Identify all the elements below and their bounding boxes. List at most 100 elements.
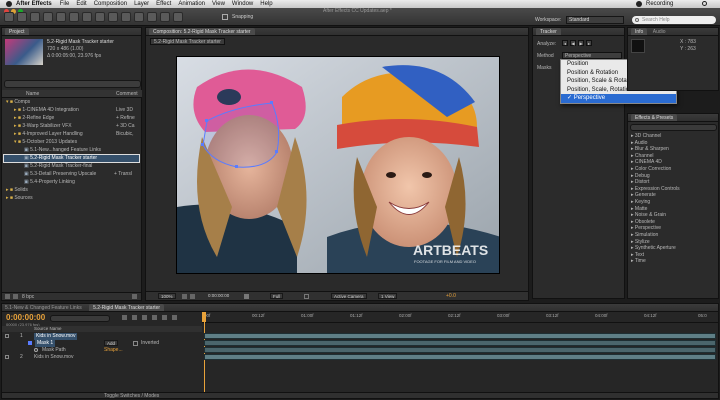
interpret-footage-icon[interactable] — [5, 294, 10, 299]
layer-2-name[interactable]: Kids in Snow.mov — [34, 354, 73, 361]
folder-layer-handling[interactable]: ▸ ■ 4-Improved Layer Handling Bicubic, — [4, 131, 139, 138]
menu-app-name[interactable]: After Effects — [16, 1, 52, 7]
effect-category-noise-grain[interactable]: ▸ Noise & Grain — [629, 212, 717, 219]
menu-edit[interactable]: Edit — [76, 1, 86, 7]
spotlight-icon[interactable] — [702, 1, 707, 6]
folder-sources[interactable]: ▸ ■ Sources — [4, 195, 139, 202]
shy-layers-icon[interactable] — [142, 315, 147, 320]
effect-category-color-correction[interactable]: ▸ Color Correction — [629, 166, 717, 173]
folder-refine-edge[interactable]: ▸ ■ 2-Refine Edge + Refine — [4, 115, 139, 122]
menu-layer[interactable]: Layer — [134, 1, 149, 7]
col-comment[interactable]: Comment — [116, 90, 138, 98]
effect-category-3d-channel[interactable]: ▸ 3D Channel — [629, 133, 717, 140]
menu-view[interactable]: View — [212, 1, 225, 7]
effect-category-synthetic-aperture[interactable]: ▸ Synthetic Aperture — [629, 245, 717, 252]
effect-category-simulation[interactable]: ▸ Simulation — [629, 232, 717, 239]
effects-search-input[interactable] — [630, 124, 717, 131]
workspace-select[interactable]: Standard — [566, 16, 624, 24]
timeline-search-input[interactable] — [50, 315, 110, 322]
layer-row-2[interactable]: 2 Kids in Snow.mov — [2, 354, 202, 361]
snapshot-icon[interactable] — [244, 294, 249, 299]
composition-viewer[interactable]: ARTBEATS FOOTAGE FOR FILM AND VIDEO — [176, 56, 500, 274]
rotate-tool-icon[interactable] — [43, 12, 53, 22]
analyze-forward-icon[interactable]: ▶ — [578, 40, 584, 46]
effect-category-time[interactable]: ▸ Time — [629, 258, 717, 265]
eraser-tool-icon[interactable] — [147, 12, 157, 22]
menu-file[interactable]: File — [60, 1, 70, 7]
selection-tool-icon[interactable] — [4, 12, 14, 22]
trash-icon[interactable] — [132, 294, 137, 299]
project-search-input[interactable] — [4, 80, 141, 88]
effects-presets-tab[interactable]: Effects & Presets — [631, 114, 678, 121]
puppet-tool-icon[interactable] — [173, 12, 183, 22]
mask-mode-select[interactable]: Add — [104, 340, 119, 346]
graph-editor-icon[interactable] — [172, 315, 177, 320]
analyze-1-frame-forward-icon[interactable]: ▸ — [586, 40, 592, 46]
region-of-interest-icon[interactable] — [304, 294, 309, 299]
effect-category-blur-sharpen[interactable]: ▸ Blur & Sharpen — [629, 146, 717, 153]
mask-row[interactable]: Mask 1 Add Inverted — [2, 340, 202, 347]
clone-tool-icon[interactable] — [134, 12, 144, 22]
zoom-select[interactable]: 100% — [158, 293, 176, 299]
view-layout-select[interactable]: 1 View — [378, 293, 398, 299]
folder-solids[interactable]: ▸ ■ Solids — [4, 187, 139, 194]
frame-blending-icon[interactable] — [152, 315, 157, 320]
grid-icon[interactable] — [190, 294, 195, 299]
col-name[interactable]: Name — [26, 90, 39, 98]
camera-tool-icon[interactable] — [56, 12, 66, 22]
effect-category-cinema-4d[interactable]: ▸ CINEMA 4D — [629, 159, 717, 166]
menu-composition[interactable]: Composition — [94, 1, 127, 7]
project-tab[interactable]: Project — [5, 28, 29, 35]
new-folder-icon[interactable] — [13, 294, 18, 299]
info-tab[interactable]: Info — [631, 28, 648, 35]
comp-item-5-1[interactable]: ▣ 5.1-New...hanged Feature Links — [4, 147, 139, 154]
menu-effect[interactable]: Effect — [156, 1, 171, 7]
pan-behind-tool-icon[interactable] — [69, 12, 79, 22]
brush-tool-icon[interactable] — [121, 12, 131, 22]
motion-blur-icon[interactable] — [162, 315, 167, 320]
comp-nav-tab[interactable]: 5.2-Rigid Mask Tracker starter — [150, 38, 225, 45]
time-ruler[interactable]: 00f 00:12f 01:00f 01:12f 02:00f 02:12f 0… — [202, 313, 718, 323]
roto-brush-tool-icon[interactable] — [160, 12, 170, 22]
comp-item-5-2-starter[interactable]: ▣ 5.2-Rigid Mask Tracker starter — [3, 154, 140, 163]
mask-path-row[interactable]: Mask Path Shape... — [2, 347, 202, 354]
comp-timecode[interactable]: 0:00:00:00 — [206, 293, 231, 299]
folder-comps[interactable]: ▾ ■ Comps — [4, 99, 139, 106]
camera-select[interactable]: Active Camera — [331, 293, 367, 299]
draft-3d-icon[interactable] — [132, 315, 137, 320]
effect-category-perspective[interactable]: ▸ Perspective — [629, 225, 717, 232]
layer-2-visibility-icon[interactable] — [5, 355, 9, 359]
folder-october-updates[interactable]: ▾ ■ 5-October 2013 Updates — [4, 139, 139, 146]
apple-icon[interactable] — [6, 1, 12, 7]
mask-tool-icon[interactable] — [82, 12, 92, 22]
method-select[interactable]: Perspective — [562, 52, 622, 59]
timeline-current-time[interactable]: 0:00:00:00 — [6, 313, 45, 322]
mask-shape-link[interactable]: Shape... — [104, 347, 123, 354]
comp-item-5-3[interactable]: ▣ 5.3-Detail Preserving Upscale + Transl — [4, 171, 139, 178]
exposure-value[interactable]: +0.0 — [446, 293, 456, 299]
mask-inverted-checkbox[interactable] — [133, 341, 138, 346]
layer-1-duration-bar[interactable] — [204, 333, 716, 339]
menu-help[interactable]: Help — [260, 1, 272, 7]
effect-category-distort[interactable]: ▸ Distort — [629, 179, 717, 186]
timeline-tab-5-2[interactable]: 5.2-Rigid Mask Tracker starter — [89, 304, 165, 311]
menu-animation[interactable]: Animation — [178, 1, 205, 7]
hand-tool-icon[interactable] — [17, 12, 27, 22]
menu-window[interactable]: Window — [232, 1, 253, 7]
col-source-name[interactable]: Source Name — [34, 326, 62, 332]
playhead[interactable] — [202, 312, 206, 322]
layer-1-name[interactable]: Kids in Snow.mov — [34, 333, 78, 340]
folder-cinema4d[interactable]: ▸ ■ 1-CINEMA 4D Integration Live 3D — [4, 107, 139, 114]
comp-item-5-2-final[interactable]: ▣ 5.2-Rigid Mask Tracker-final — [4, 163, 139, 170]
bpc-label[interactable]: 8 bpc — [22, 293, 34, 301]
composition-tab[interactable]: Composition: 5.2-Rigid Mask Tracker star… — [149, 28, 255, 35]
mask-path-stopwatch-icon[interactable] — [34, 348, 38, 352]
analyze-1-frame-back-icon[interactable]: ◀ — [570, 40, 576, 46]
effect-category-keying[interactable]: ▸ Keying — [629, 199, 717, 206]
timeline-tab-5-1[interactable]: 5.1-New & Changed Feature Links — [5, 305, 82, 311]
effect-category-generate[interactable]: ▸ Generate — [629, 192, 717, 199]
resolution-select[interactable]: Full — [270, 293, 284, 299]
pen-tool-icon[interactable] — [95, 12, 105, 22]
safe-zones-icon[interactable] — [182, 294, 187, 299]
analyze-back-icon[interactable]: ◂ — [562, 40, 568, 46]
